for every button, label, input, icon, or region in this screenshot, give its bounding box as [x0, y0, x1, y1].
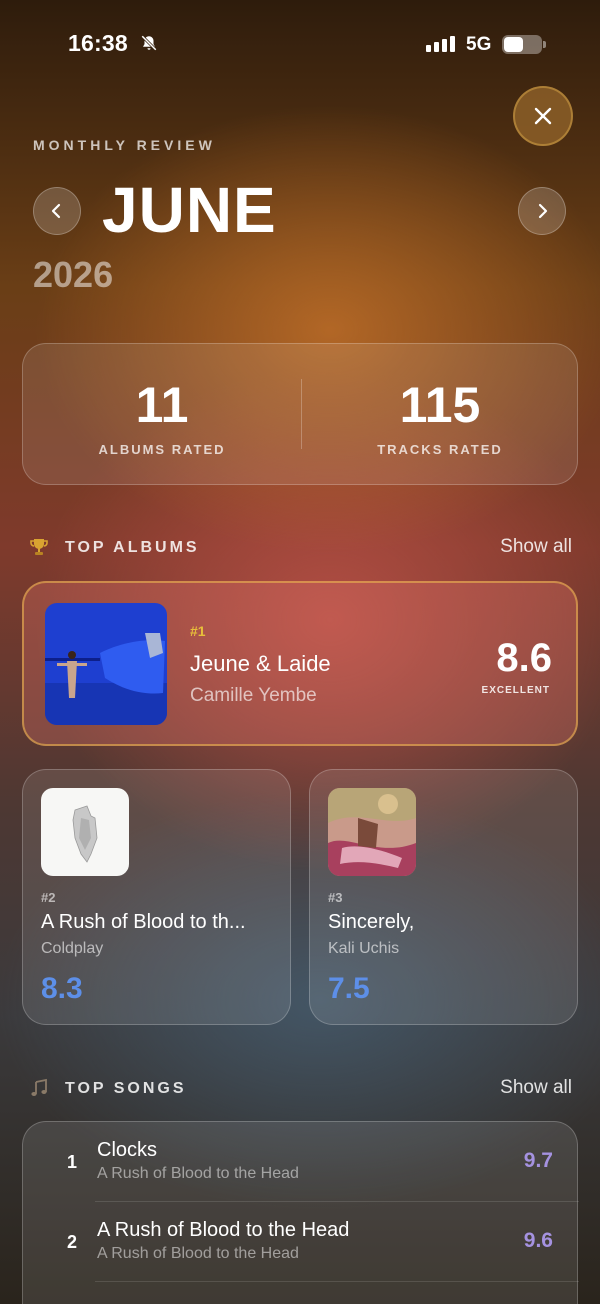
- top-albums-heading: TOP ALBUMS: [65, 539, 200, 556]
- album-rank-2: #2: [41, 890, 56, 905]
- album-art-2: [41, 788, 129, 876]
- chevron-left-icon: [51, 203, 61, 219]
- song-number-1: 1: [67, 1152, 78, 1172]
- album-art-1: [45, 603, 167, 725]
- album-score-1: 8.6: [496, 636, 552, 680]
- album-rank-3: #3: [328, 890, 343, 905]
- tracks-rated-count: 115: [399, 377, 481, 433]
- bell-slash-icon: [141, 35, 157, 51]
- top-songs-show-all-link[interactable]: Show all: [500, 1077, 572, 1099]
- chevron-right-icon: [538, 203, 548, 219]
- album-artist-1: Camille Yembe: [190, 685, 317, 706]
- album-title-1: Jeune & Laide: [190, 651, 331, 676]
- album-artist-3: Kali Uchis: [328, 940, 400, 957]
- song-title-1: Clocks: [97, 1139, 158, 1161]
- album-title-2: A Rush of Blood to th...: [41, 911, 246, 933]
- status-time: 16:38: [68, 30, 128, 56]
- month-title: JUNE: [102, 174, 277, 246]
- song-number-2: 2: [67, 1232, 78, 1252]
- song-album-2: A Rush of Blood to the Head: [97, 1245, 299, 1262]
- trophy-icon: [30, 539, 48, 555]
- song-score-2: 9.6: [523, 1229, 553, 1252]
- song-row-1[interactable]: 1 Clocks A Rush of Blood to the Head 9.7: [23, 1122, 579, 1202]
- song-row-2[interactable]: 2 A Rush of Blood to the Head A Rush of …: [23, 1202, 579, 1282]
- song-title-2: A Rush of Blood to the Head: [97, 1219, 350, 1241]
- music-note-icon: [31, 1078, 47, 1096]
- battery-icon: [502, 35, 546, 54]
- top-songs-list: 1 Clocks A Rush of Blood to the Head 9.7…: [22, 1121, 579, 1304]
- signal-icon: [426, 36, 455, 52]
- year-label: 2026: [33, 254, 114, 295]
- song-album-1: A Rush of Blood to the Head: [97, 1165, 299, 1182]
- close-button[interactable]: [513, 86, 573, 146]
- top-albums-show-all-link[interactable]: Show all: [500, 536, 572, 558]
- album-score-label-1: EXCELLENT: [481, 685, 550, 696]
- album-score-2: 8.3: [41, 972, 83, 1005]
- album-artist-2: Coldplay: [41, 940, 104, 957]
- song-score-1: 9.7: [523, 1149, 553, 1172]
- network-type: 5G: [466, 34, 492, 55]
- previous-month-button[interactable]: [33, 187, 81, 235]
- albums-rated-count: 11: [135, 377, 189, 433]
- albums-rated-stat: 11 ALBUMS RATED: [23, 344, 301, 457]
- row-divider: [95, 1281, 579, 1282]
- album-rank-1: #1: [190, 623, 206, 639]
- album-score-3: 7.5: [328, 972, 370, 1005]
- album-title-3: Sincerely,: [328, 911, 415, 933]
- album-art-3: [328, 788, 416, 876]
- tracks-rated-stat: 115 TRACKS RATED: [301, 344, 579, 457]
- top-album-card-3[interactable]: #3 Sincerely, Kali Uchis 7.5: [309, 769, 578, 1025]
- top-album-card-2[interactable]: #2 A Rush of Blood to th... Coldplay 8.3: [22, 769, 291, 1025]
- tracks-rated-label: TRACKS RATED: [377, 442, 503, 457]
- albums-rated-label: ALBUMS RATED: [98, 442, 226, 457]
- next-month-button[interactable]: [518, 187, 566, 235]
- top-songs-heading: TOP SONGS: [65, 1080, 187, 1097]
- close-icon: [534, 107, 552, 125]
- top-album-card-1[interactable]: #1 Jeune & Laide Camille Yembe 8.6 EXCEL…: [22, 581, 578, 746]
- stats-card: 11 ALBUMS RATED 115 TRACKS RATED: [22, 343, 578, 485]
- review-eyebrow: MONTHLY REVIEW: [33, 137, 216, 153]
